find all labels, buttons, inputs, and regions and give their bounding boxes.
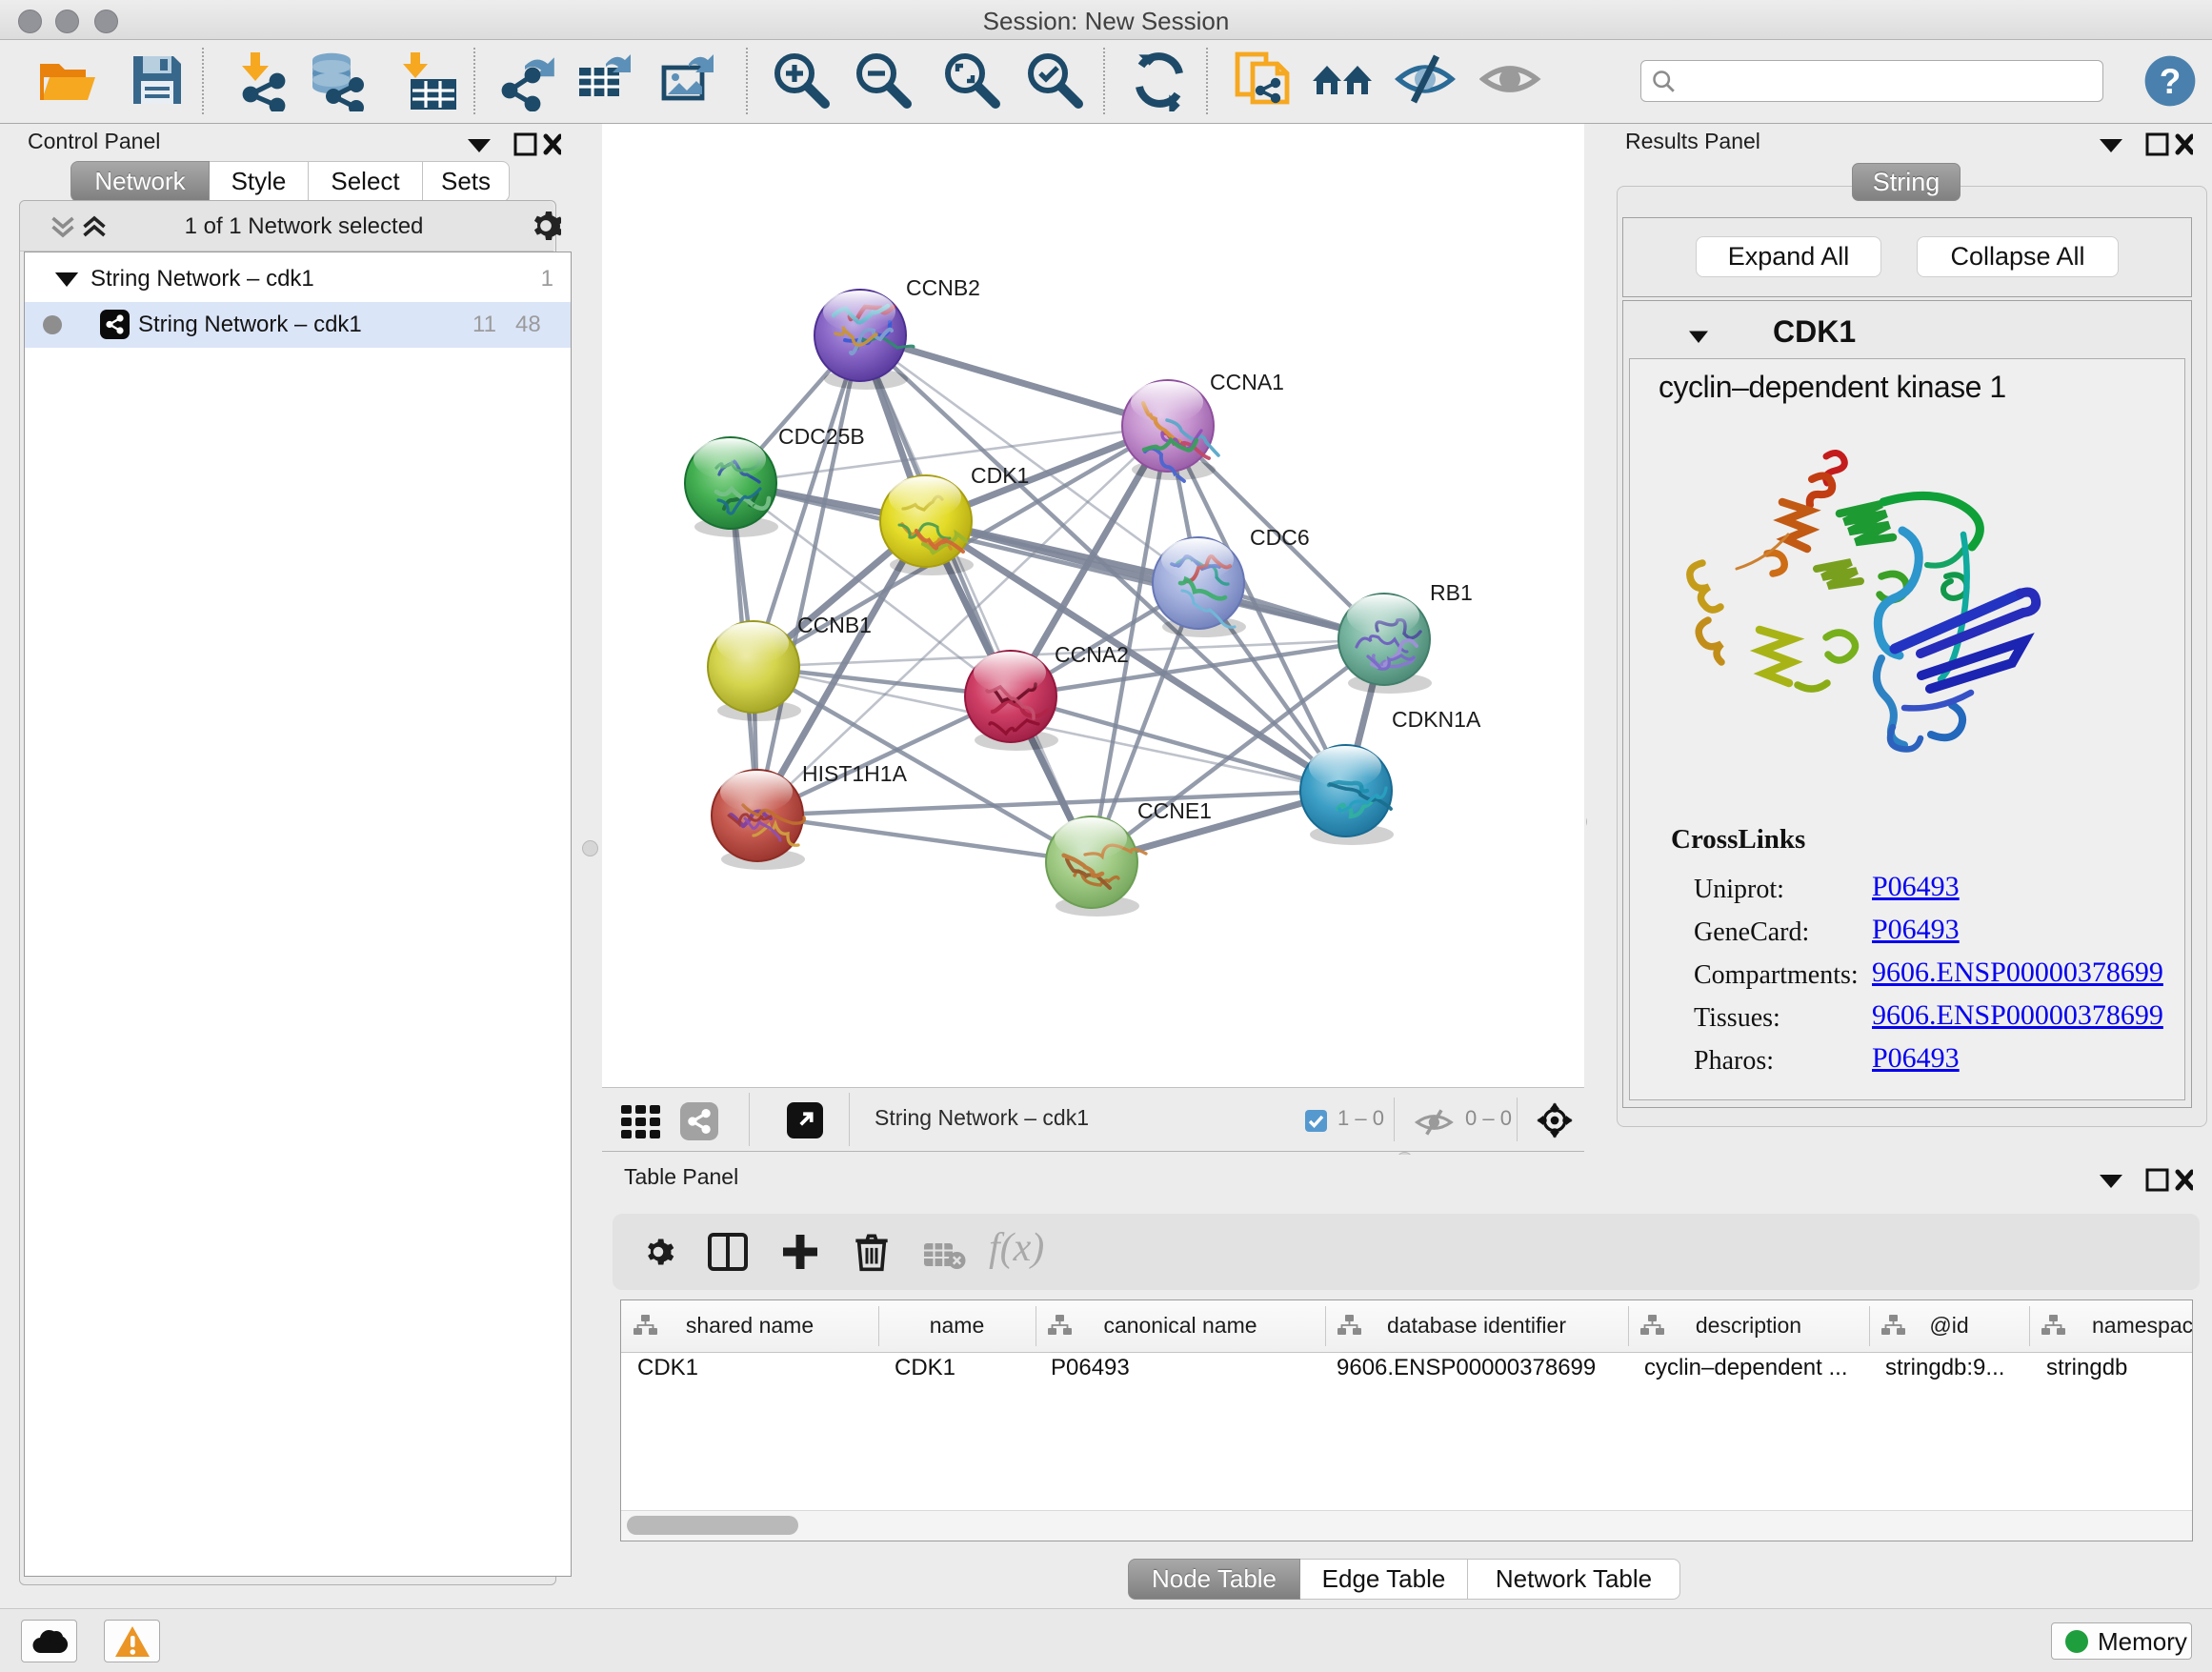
svg-text:CDC25B: CDC25B <box>778 424 865 449</box>
svg-text:CDK1: CDK1 <box>971 463 1029 488</box>
svg-text:CCNE1: CCNE1 <box>1137 798 1212 823</box>
svg-text:CCNA1: CCNA1 <box>1210 370 1284 394</box>
svg-text:CDKN1A: CDKN1A <box>1392 707 1481 732</box>
svg-text:?: ? <box>2160 62 2182 101</box>
svg-text:CCNB1: CCNB1 <box>797 613 872 637</box>
svg-text:RB1: RB1 <box>1430 580 1473 605</box>
svg-text:CCNB2: CCNB2 <box>906 275 980 300</box>
svg-text:CDC6: CDC6 <box>1250 525 1310 550</box>
svg-text:CCNA2: CCNA2 <box>1055 642 1129 667</box>
svg-text:HIST1H1A: HIST1H1A <box>802 761 908 786</box>
